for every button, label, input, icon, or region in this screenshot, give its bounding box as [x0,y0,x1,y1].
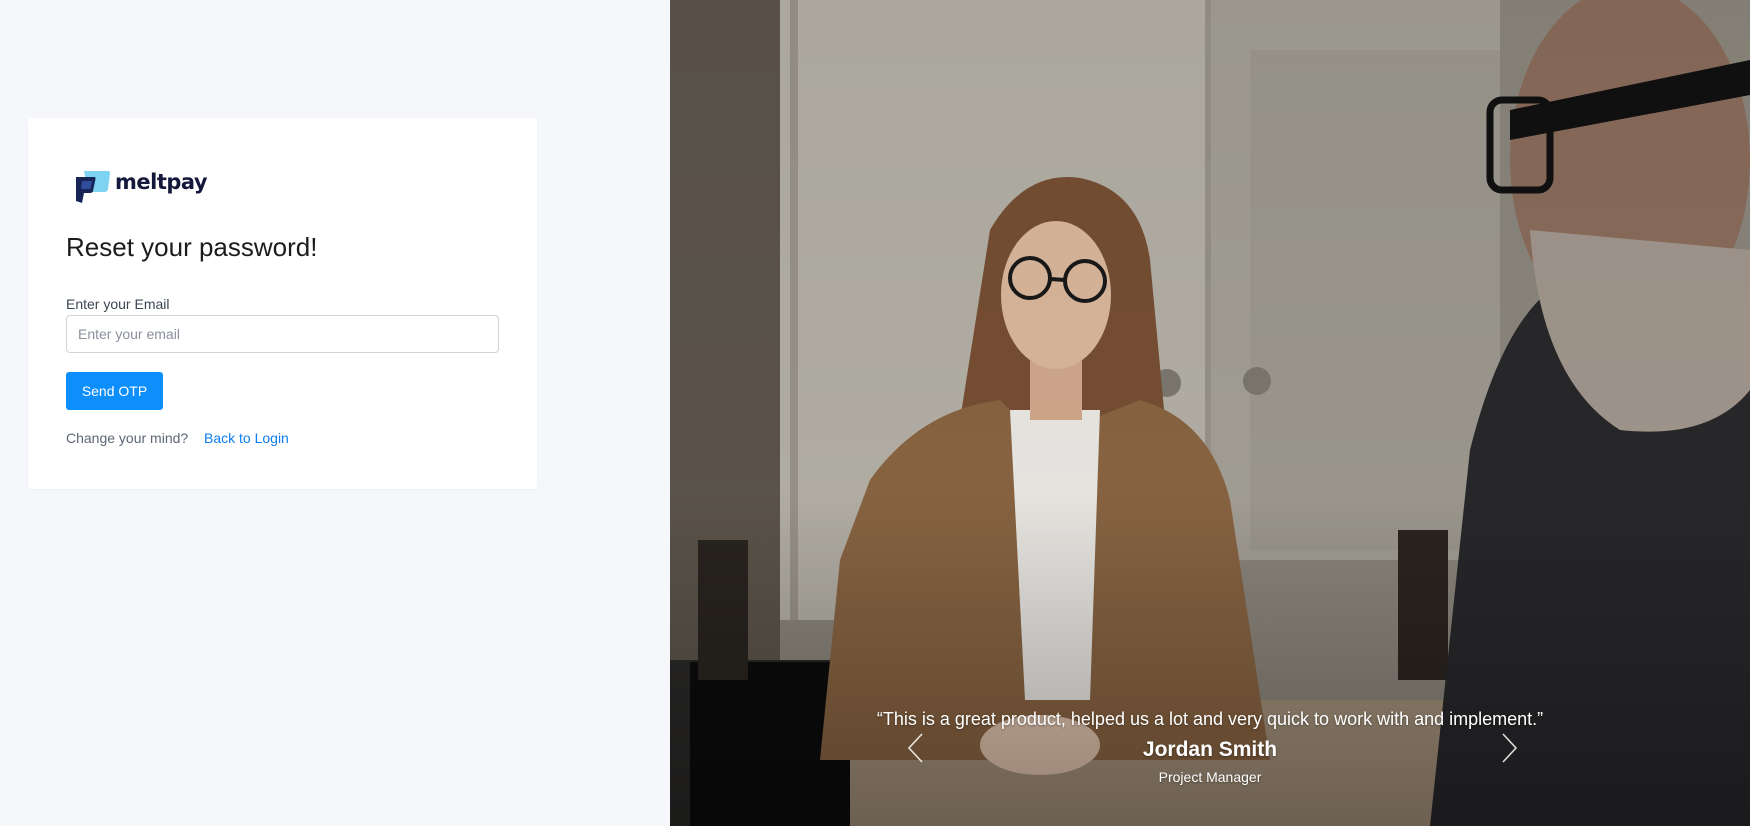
reset-password-card: meltpay Reset your password! Enter your … [28,118,537,489]
carousel-next-button[interactable] [1496,731,1522,765]
hero-overlay [670,0,1750,826]
chevron-left-icon [907,733,923,763]
page-title: Reset your password! [66,232,318,262]
testimonial-role: Project Manager [1158,769,1262,785]
meltpay-logo-icon [76,171,110,203]
back-to-login-link[interactable]: Back to Login [204,430,289,446]
carousel-prev-button[interactable] [903,731,929,765]
email-label: Enter your Email [66,296,170,312]
testimonial-hero: “This is a great product, helped us a lo… [670,0,1750,826]
chevron-right-icon [1502,733,1518,763]
testimonial-author: Jordan Smith [1142,738,1278,761]
brand-name: meltpay [115,170,208,194]
email-input[interactable] [66,315,499,353]
change-mind-text: Change your mind? [66,430,189,446]
testimonial-quote: “This is a great product, helped us a lo… [876,709,1544,729]
brand-logo: meltpay [72,166,208,206]
send-otp-button[interactable]: Send OTP [66,372,163,410]
left-pane: meltpay Reset your password! Enter your … [0,0,670,826]
